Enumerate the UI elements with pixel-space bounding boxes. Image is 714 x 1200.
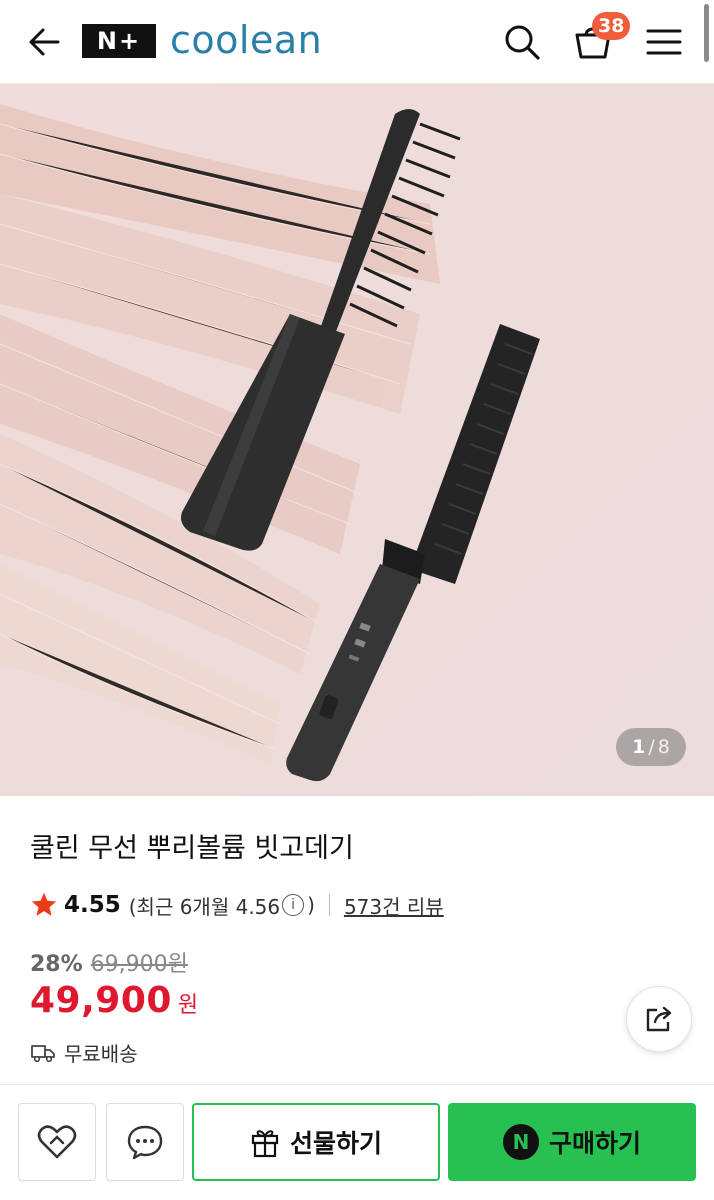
gift-button-label: 선물하기 bbox=[289, 1129, 382, 1158]
total-image-count: 8 bbox=[657, 736, 670, 758]
recent-rating: (최근 6개월 4.56 i ) bbox=[129, 891, 315, 920]
naver-pay-n-icon: N bbox=[502, 1124, 539, 1160]
buy-button[interactable]: N 구매하기 bbox=[448, 1103, 696, 1181]
search-button[interactable] bbox=[498, 18, 546, 66]
top-header: N+ coolean 38 bbox=[0, 0, 714, 84]
recent-rating-text: (최근 6개월 4.56 bbox=[128, 894, 281, 919]
heart-icon bbox=[37, 1125, 77, 1159]
review-count-link[interactable]: 573건 리뷰 bbox=[344, 891, 444, 920]
rating-row: 4.55 (최근 6개월 4.56 i ) 573건 리뷰 bbox=[30, 888, 444, 922]
scrollbar[interactable] bbox=[704, 4, 709, 62]
brand-name: coolean bbox=[170, 18, 323, 62]
star-icon bbox=[31, 892, 57, 916]
currency-unit: 원 bbox=[177, 993, 199, 1018]
gift-button[interactable]: 선물하기 bbox=[192, 1103, 440, 1181]
back-arrow-icon bbox=[29, 28, 60, 56]
truck-icon bbox=[31, 1044, 55, 1062]
recent-rating-close: ) bbox=[307, 893, 315, 917]
nplus-badge-text: N+ bbox=[96, 27, 142, 55]
sale-price: 49,900 bbox=[30, 980, 172, 1021]
gift-icon bbox=[251, 1130, 279, 1158]
menu-button[interactable] bbox=[640, 18, 688, 66]
cart-count-badge: 38 bbox=[592, 12, 631, 40]
wishlist-button[interactable] bbox=[18, 1103, 96, 1181]
naver-plus-store-logo[interactable]: N+ bbox=[82, 24, 156, 58]
hamburger-menu-icon bbox=[646, 29, 682, 55]
rating-score: 4.55 bbox=[64, 892, 121, 918]
search-icon bbox=[505, 25, 540, 60]
product-photo bbox=[0, 84, 714, 796]
brand-logo[interactable]: coolean bbox=[170, 16, 322, 64]
discount-rate: 28% bbox=[30, 952, 83, 977]
chat-button[interactable] bbox=[106, 1103, 184, 1181]
rating-divider bbox=[328, 894, 330, 916]
original-price: 69,900원 bbox=[90, 952, 188, 977]
product-title: 쿨린 무선 뿌리볼륨 빗고데기 bbox=[30, 833, 354, 864]
shipping-label: 무료배송 bbox=[64, 1042, 138, 1066]
info-icon[interactable]: i bbox=[282, 894, 305, 916]
bottom-action-bar: 선물하기 N 구매하기 bbox=[0, 1084, 714, 1200]
image-page-counter: 1/8 bbox=[616, 728, 686, 766]
chat-bubble-icon bbox=[127, 1125, 163, 1160]
current-image-index: 1 bbox=[632, 736, 646, 758]
discount-row: 28% 69,900원 bbox=[30, 946, 188, 978]
price-row: 49,900 원 bbox=[30, 980, 198, 1021]
share-icon bbox=[646, 1006, 672, 1032]
back-button[interactable] bbox=[22, 20, 66, 64]
page-separator: / bbox=[648, 736, 655, 758]
buy-button-label: 구매하기 bbox=[548, 1129, 641, 1158]
product-image-carousel[interactable]: 1/8 bbox=[0, 84, 714, 796]
shipping-info: 무료배송 bbox=[30, 1038, 138, 1067]
share-button[interactable] bbox=[626, 986, 692, 1052]
